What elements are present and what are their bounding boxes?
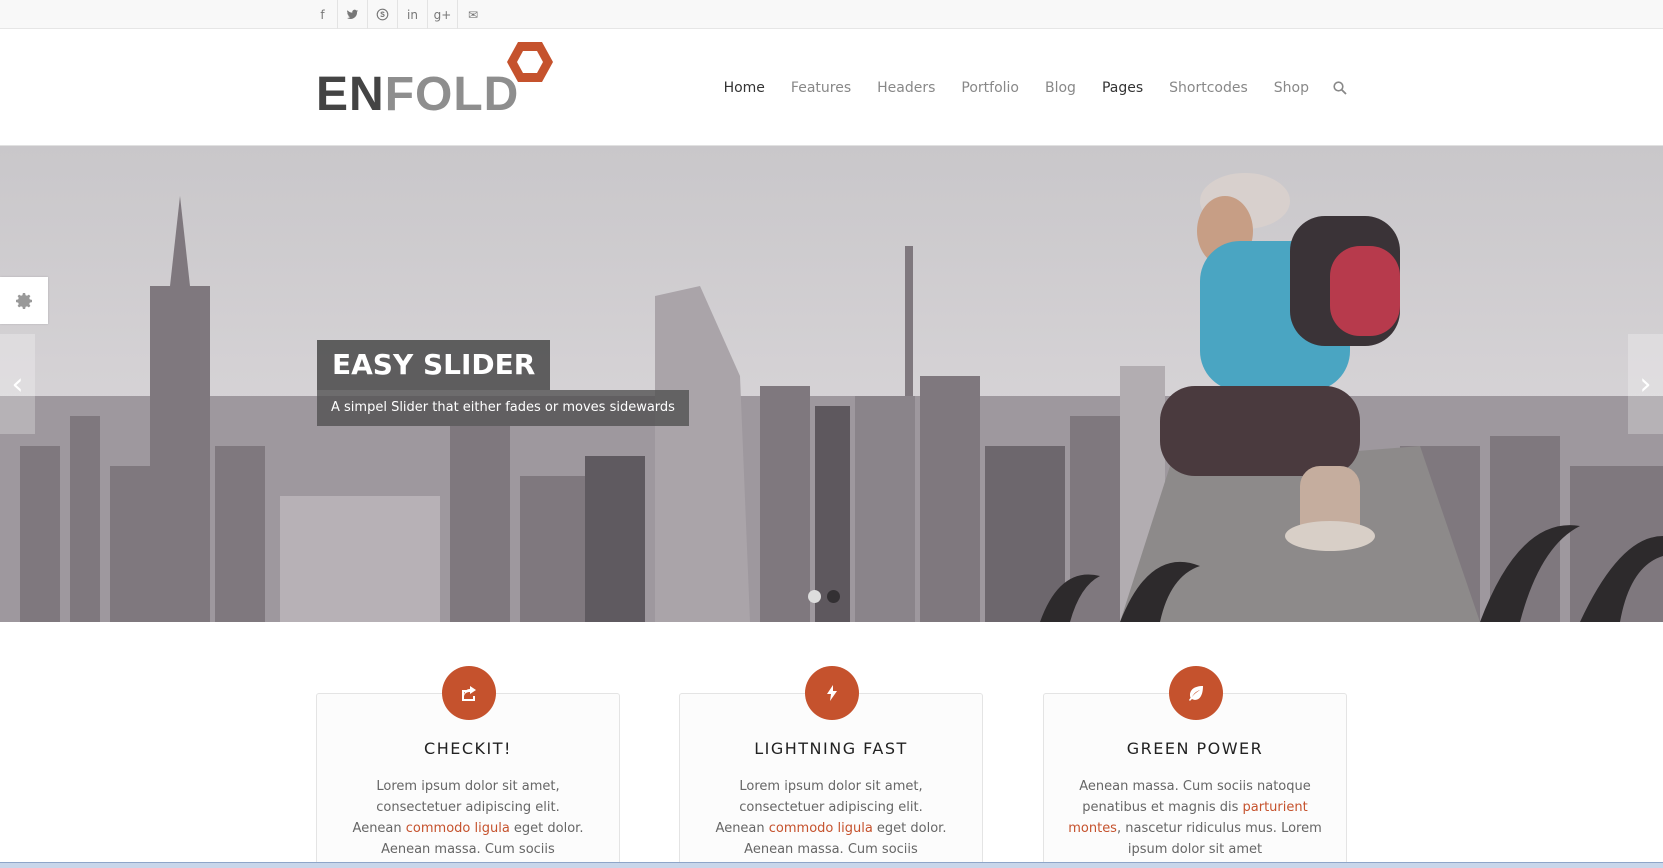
slide-caption-title: EASY SLIDER	[317, 340, 551, 390]
googleplus-icon[interactable]: g+	[428, 0, 458, 29]
chevron-left-icon: ‹	[11, 366, 24, 402]
slider-prev-button[interactable]: ‹	[0, 334, 35, 434]
social-links: f in g+ ✉	[308, 0, 488, 29]
feature-box-lightning-fast: LIGHTNING FAST Lorem ipsum dolor sit ame…	[679, 666, 983, 868]
linkedin-icon[interactable]: in	[398, 0, 428, 29]
logo-hexagon-icon	[507, 42, 553, 82]
site-logo[interactable]: ENFOLD	[316, 40, 556, 120]
nav-features[interactable]: Features	[791, 80, 851, 96]
features-section: CHECKIT! Lorem ipsum dolor sit amet, con…	[316, 665, 1347, 868]
nav-headers[interactable]: Headers	[877, 80, 935, 96]
slider-background-image	[0, 146, 1663, 622]
site-header: ENFOLD Home Features Headers Portfolio B…	[0, 29, 1663, 146]
share-icon	[462, 686, 476, 701]
feature-title: CHECKIT!	[424, 739, 512, 758]
search-icon[interactable]	[1333, 80, 1347, 95]
feature-title: GREEN POWER	[1126, 739, 1264, 758]
feature-text: Lorem ipsum dolor sit amet, consectetuer…	[715, 779, 947, 857]
feature-icon-circle	[1169, 666, 1223, 720]
slider-dot-1[interactable]	[808, 590, 821, 603]
nav-shortcodes[interactable]: Shortcodes	[1169, 80, 1248, 96]
os-taskbar-edge	[0, 862, 1663, 868]
feature-icon-circle	[442, 666, 496, 720]
slider-next-button[interactable]: ›	[1628, 334, 1663, 434]
leaf-icon	[1189, 685, 1203, 701]
twitter-glyph	[346, 9, 359, 19]
facebook-icon[interactable]: f	[308, 0, 338, 29]
slide-caption-subtitle: A simpel Slider that either fades or mov…	[317, 390, 689, 426]
nav-shop[interactable]: Shop	[1274, 80, 1309, 96]
feature-link[interactable]: commodo ligula	[406, 821, 510, 836]
logo-wordmark: ENFOLD	[316, 68, 520, 121]
feature-link[interactable]: commodo ligula	[769, 821, 873, 836]
top-social-bar: f in g+ ✉	[0, 0, 1663, 29]
nav-portfolio[interactable]: Portfolio	[961, 80, 1019, 96]
feature-text: Lorem ipsum dolor sit amet, consectetuer…	[352, 779, 584, 857]
feature-title: LIGHTNING FAST	[754, 739, 908, 758]
mail-icon[interactable]: ✉	[458, 0, 488, 29]
skype-glyph	[376, 8, 389, 21]
twitter-icon[interactable]	[338, 0, 368, 29]
slider-dot-2[interactable]	[827, 590, 840, 603]
chevron-right-icon: ›	[1639, 366, 1652, 402]
hero-slider: EASY SLIDER A simpel Slider that either …	[0, 146, 1663, 622]
gear-icon	[16, 292, 32, 309]
nav-home[interactable]: Home	[724, 80, 765, 96]
feature-icon-circle	[805, 666, 859, 720]
skype-icon[interactable]	[368, 0, 398, 29]
nav-pages[interactable]: Pages	[1102, 80, 1143, 96]
feature-box-green-power: GREEN POWER Aenean massa. Cum sociis nat…	[1043, 666, 1347, 868]
nav-blog[interactable]: Blog	[1045, 80, 1076, 96]
main-nav: Home Features Headers Portfolio Blog Pag…	[698, 29, 1347, 146]
feature-text: Aenean massa. Cum sociis natoque penatib…	[1068, 779, 1322, 857]
settings-panel-toggle[interactable]	[0, 277, 48, 324]
slider-pagination	[808, 590, 840, 603]
lightning-icon	[827, 685, 837, 701]
feature-box-checkit: CHECKIT! Lorem ipsum dolor sit amet, con…	[316, 666, 620, 868]
